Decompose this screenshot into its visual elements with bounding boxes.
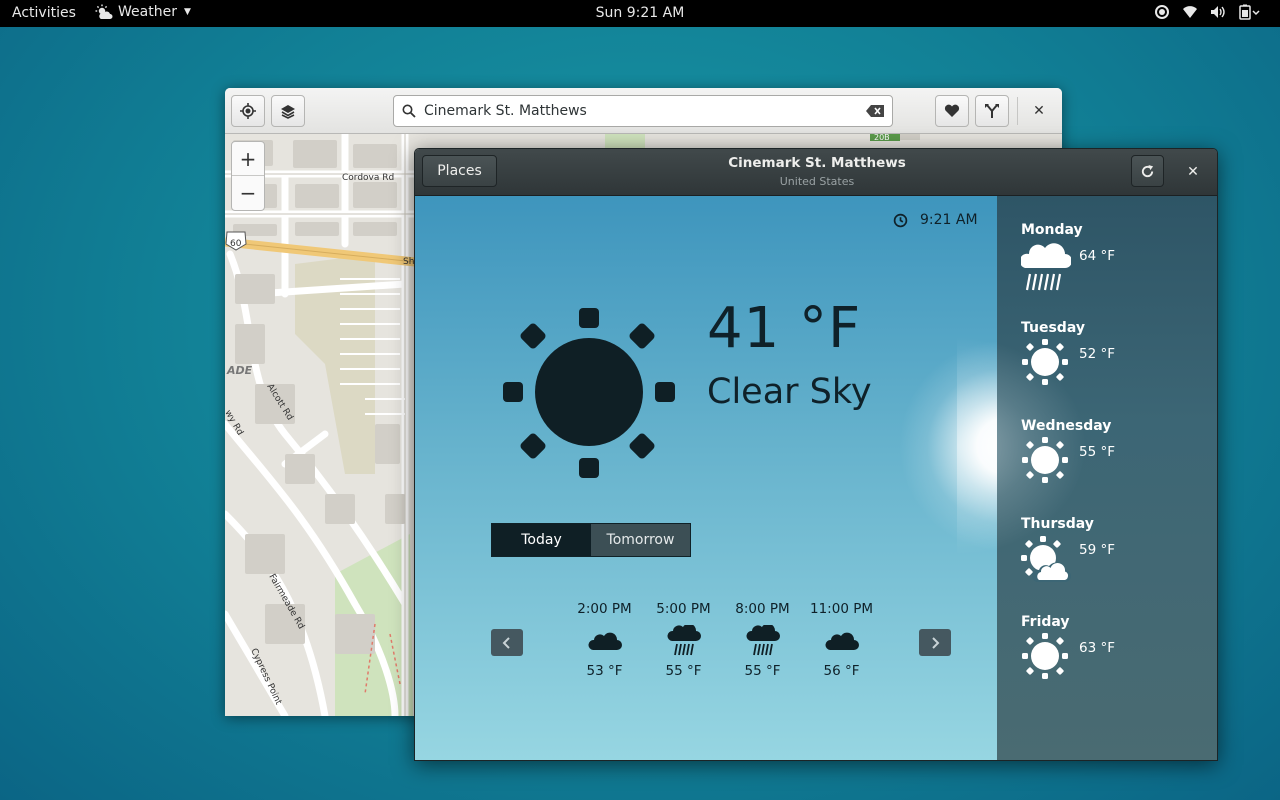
forecast-day: Thursday 59 °F (1021, 516, 1211, 614)
forecast-day-temp: 52 °F (1079, 346, 1115, 362)
volume-icon (1211, 6, 1225, 18)
chevron-right-icon (932, 636, 940, 649)
search-icon (402, 104, 416, 118)
route-number-label: 60 (230, 239, 242, 249)
forecast-day-temp: 64 °F (1079, 248, 1115, 264)
road-label-sh: Sh (403, 257, 414, 267)
current-weather-panel: 9:21 AM 41 °F Clear Sky Today Tomorrow 2… (415, 196, 1115, 760)
forecast-day: Wednesday 55 °F (1021, 418, 1211, 516)
day-switcher: Today Tomorrow (491, 523, 691, 557)
road-label-cordova: Cordova Rd (342, 173, 394, 183)
forecast-day-temp: 59 °F (1079, 542, 1115, 558)
app-menu[interactable]: Weather ▼ (95, 4, 191, 20)
route-icon (985, 104, 999, 118)
hourly-temp: 53 °F (586, 663, 623, 679)
forecast-day-name: Tuesday (1021, 320, 1085, 336)
weather-app-icon (95, 4, 113, 19)
location-title: Cinemark St. Matthews (728, 155, 906, 171)
cloud-icon (824, 632, 859, 650)
maps-header-bar: ✕ (225, 88, 1062, 134)
chevron-down-icon: ▼ (183, 7, 191, 17)
forecast-day: Tuesday 52 °F (1021, 320, 1211, 418)
hourly-time: 11:00 PM (810, 601, 873, 617)
hourly-forecast: 2:00 PM 53 °F 5:00 PM 55 °F 8:00 PM 55 °… (565, 601, 881, 679)
rain-icon (666, 625, 701, 656)
forecast-day-temp: 55 °F (1079, 444, 1115, 460)
sun-icon (1022, 339, 1068, 385)
app-name: Weather (118, 4, 177, 20)
clear-text-icon[interactable] (866, 105, 884, 117)
current-temperature: 41 °F (707, 296, 862, 361)
hourly-item: 2:00 PM 53 °F (565, 601, 644, 679)
location-icon (1155, 5, 1169, 19)
forecast-day: Friday 63 °F (1021, 614, 1211, 712)
favorite-button[interactable] (935, 95, 969, 127)
weather-close-button[interactable]: ✕ (1179, 157, 1207, 187)
zoom-control: + − (231, 141, 265, 211)
chevron-left-icon (502, 636, 510, 649)
hourly-prev-button[interactable] (491, 629, 523, 656)
close-icon: ✕ (1033, 103, 1045, 119)
zoom-in-button[interactable]: + (232, 142, 264, 176)
forecast-day-name: Monday (1021, 222, 1083, 238)
maps-search-field[interactable] (393, 95, 893, 127)
cloud-icon (587, 632, 622, 650)
hourly-item: 11:00 PM 56 °F (802, 601, 881, 679)
wifi-icon (1183, 6, 1197, 18)
forecast-day-name: Wednesday (1021, 418, 1112, 434)
route-button[interactable] (975, 95, 1009, 127)
area-label-ade: ADE (226, 364, 253, 377)
location-subtitle: United States (779, 175, 855, 188)
hourly-time: 8:00 PM (735, 601, 790, 617)
close-icon: ✕ (1187, 164, 1199, 180)
status-area[interactable] (1154, 4, 1260, 20)
crosshair-icon (240, 103, 256, 119)
refresh-icon (1141, 164, 1154, 177)
layers-icon (281, 105, 295, 119)
hourly-item: 5:00 PM 55 °F (644, 601, 723, 679)
forecast-day-name: Friday (1021, 614, 1070, 630)
local-time: 9:21 AM (893, 212, 978, 228)
hourly-next-button[interactable] (919, 629, 951, 656)
layers-button[interactable] (271, 95, 305, 127)
hourly-temp: 55 °F (744, 663, 781, 679)
clock-icon (893, 213, 908, 227)
local-time-label: 9:21 AM (920, 212, 978, 228)
route-top-label: 20B (874, 134, 890, 142)
sun-icon (1022, 437, 1068, 483)
partly-cloudy-icon (1021, 536, 1071, 582)
forecast-day-temp: 63 °F (1079, 640, 1115, 656)
tab-today[interactable]: Today (492, 524, 591, 556)
sun-icon (1022, 633, 1068, 679)
tab-tomorrow[interactable]: Tomorrow (591, 524, 690, 556)
hourly-time: 5:00 PM (656, 601, 711, 617)
clock[interactable]: Sun 9:21 AM (596, 5, 685, 21)
maps-close-button[interactable]: ✕ (1027, 95, 1051, 127)
battery-icon (1239, 4, 1260, 20)
locate-button[interactable] (231, 95, 265, 127)
current-condition: Clear Sky (707, 372, 872, 412)
forecast-day: Monday 64 °F (1021, 222, 1211, 320)
weather-window: Places Cinemark St. Matthews United Stat… (414, 148, 1218, 761)
forecast-day-name: Thursday (1021, 516, 1094, 532)
header-separator (1017, 97, 1018, 125)
hourly-temp: 55 °F (665, 663, 702, 679)
refresh-button[interactable] (1131, 155, 1164, 187)
hourly-time: 2:00 PM (577, 601, 632, 617)
clear-sky-icon (503, 308, 675, 478)
rain-icon (745, 625, 780, 656)
forecast-sidebar: Monday 64 °F Tuesday 52 °F Wednesday 55 … (957, 196, 1217, 760)
hourly-item: 8:00 PM 55 °F (723, 601, 802, 679)
rain-icon (1021, 243, 1071, 291)
top-bar: Activities Weather ▼ Sun 9:21 AM (0, 0, 1280, 27)
search-input[interactable] (424, 103, 866, 119)
activities-button[interactable]: Activities (12, 5, 76, 21)
weather-header-bar: Places Cinemark St. Matthews United Stat… (415, 149, 1217, 196)
hourly-temp: 56 °F (823, 663, 860, 679)
heart-icon (944, 104, 960, 117)
zoom-out-button[interactable]: − (232, 176, 264, 210)
